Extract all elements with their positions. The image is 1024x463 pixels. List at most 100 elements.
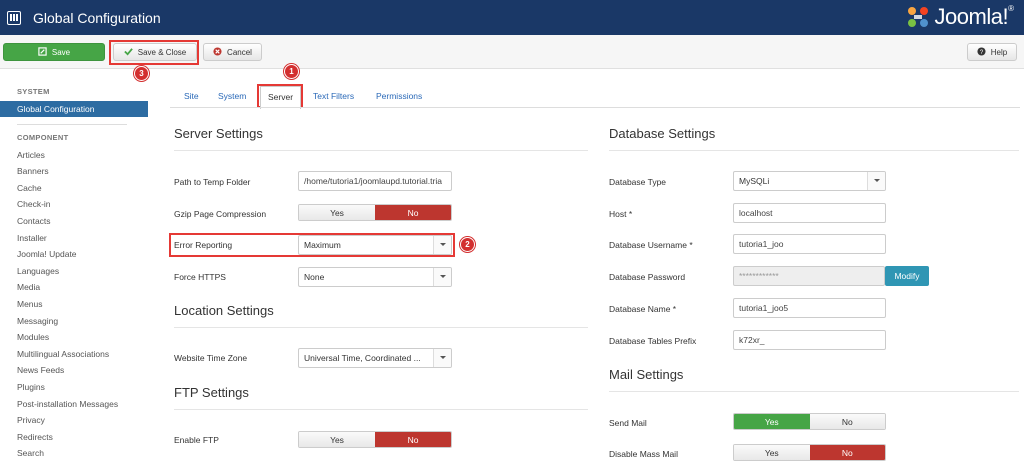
cancel-button[interactable]: Cancel xyxy=(203,43,262,61)
database-username-input[interactable]: tutoria1_joo xyxy=(733,234,886,254)
sidebar-item[interactable]: Post-installation Messages xyxy=(17,399,118,409)
joomla-logo[interactable]: Joomla! ® xyxy=(905,4,1014,30)
disable-mass-mail-toggle[interactable]: Yes No xyxy=(733,444,886,461)
database-settings-title: Database Settings xyxy=(609,126,716,141)
gzip-no-option[interactable]: No xyxy=(375,205,451,220)
chevron-down-icon xyxy=(867,172,885,190)
section-divider xyxy=(174,409,588,410)
chevron-down-icon xyxy=(433,236,451,254)
save-label: Save xyxy=(51,47,71,57)
annotation-marker-2: 2 xyxy=(460,237,475,252)
table-prefix-label: Database Tables Prefix xyxy=(609,336,697,346)
location-settings-title: Location Settings xyxy=(174,303,274,318)
send-mail-label: Send Mail xyxy=(609,418,647,428)
section-divider xyxy=(174,327,588,328)
sidebar-item[interactable]: Search xyxy=(17,448,44,458)
system-heading: SYSTEM xyxy=(17,87,50,96)
host-input[interactable]: localhost xyxy=(733,203,886,223)
force-https-label: Force HTTPS xyxy=(174,272,226,282)
help-label: Help xyxy=(990,47,1008,57)
host-label: Host * xyxy=(609,209,633,219)
section-divider xyxy=(174,150,588,151)
table-prefix-input[interactable]: k72xr_ xyxy=(733,330,886,350)
tab-permissions[interactable]: Permissions xyxy=(376,91,422,101)
annotation-marker-1: 1 xyxy=(284,64,299,79)
database-password-input: ************ xyxy=(733,266,885,286)
sidebar-item[interactable]: Banners xyxy=(17,166,49,176)
sidebar-item[interactable]: News Feeds xyxy=(17,365,64,375)
sidebar-divider xyxy=(17,124,127,125)
force-https-select[interactable]: None xyxy=(298,267,452,287)
sidebar-item[interactable]: Installer xyxy=(17,233,47,243)
question-icon: ? xyxy=(977,46,986,58)
ftp-no-option[interactable]: No xyxy=(375,432,451,447)
database-password-label: Database Password xyxy=(609,272,686,282)
sidebar-item[interactable]: Articles xyxy=(17,150,45,160)
server-settings-title: Server Settings xyxy=(174,126,263,141)
edit-icon xyxy=(38,46,47,58)
sidebar-item[interactable]: Cache xyxy=(17,183,42,193)
sidebar-item-global-configuration[interactable]: Global Configuration xyxy=(0,101,148,117)
save-button[interactable]: Save xyxy=(3,43,105,61)
tab-site[interactable]: Site xyxy=(184,91,199,101)
sidebar-item[interactable]: Menus xyxy=(17,299,43,309)
section-divider xyxy=(609,150,1019,151)
sidebar-item[interactable]: Joomla! Update xyxy=(17,249,77,259)
ftp-yes-option[interactable]: Yes xyxy=(299,432,375,447)
cancel-label: Cancel xyxy=(227,47,252,57)
error-reporting-label: Error Reporting xyxy=(174,240,233,250)
database-type-select[interactable]: MySQLi xyxy=(733,171,886,191)
sidebar-item[interactable]: Plugins xyxy=(17,382,45,392)
tab-divider xyxy=(170,107,1020,108)
tab-text-filters[interactable]: Text Filters xyxy=(313,91,354,101)
admin-header: Global Configuration Joomla! ® xyxy=(0,0,1024,35)
section-divider xyxy=(609,391,1019,392)
time-zone-label: Website Time Zone xyxy=(174,353,248,363)
sidebar-item[interactable]: Modules xyxy=(17,332,49,342)
joomla-logo-icon xyxy=(907,7,928,27)
send-mail-yes-option[interactable]: Yes xyxy=(734,414,810,429)
temp-folder-input[interactable]: /home/tutoria1/joomlaupd.tutorial.tria xyxy=(298,171,452,191)
page-title: Global Configuration xyxy=(33,9,161,26)
help-button[interactable]: ? Help xyxy=(967,43,1017,61)
tab-system[interactable]: System xyxy=(218,91,246,101)
send-mail-no-option[interactable]: No xyxy=(809,414,885,429)
send-mail-toggle[interactable]: Yes No xyxy=(733,413,886,430)
sidebar-item[interactable]: Messaging xyxy=(17,316,58,326)
tab-server[interactable]: Server xyxy=(260,86,302,109)
database-type-label: Database Type xyxy=(609,177,667,187)
sidebar-item[interactable]: Contacts xyxy=(17,216,51,226)
database-type-value: MySQLi xyxy=(739,176,770,186)
control-panel-icon[interactable] xyxy=(7,10,21,25)
sidebar-item[interactable]: Check-in xyxy=(17,199,51,209)
ftp-settings-title: FTP Settings xyxy=(174,385,249,400)
chevron-down-icon xyxy=(433,349,451,367)
sidebar-item[interactable]: Media xyxy=(17,282,40,292)
sidebar-item[interactable]: Languages xyxy=(17,266,59,276)
error-reporting-select[interactable]: Maximum xyxy=(298,235,452,255)
error-reporting-value: Maximum xyxy=(304,240,341,250)
sidebar-item[interactable]: Redirects xyxy=(17,432,53,442)
mail-settings-title: Mail Settings xyxy=(609,367,684,382)
sidebar-item[interactable]: Privacy xyxy=(17,415,45,425)
temp-folder-label: Path to Temp Folder xyxy=(174,177,251,187)
database-name-input[interactable]: tutoria1_joo5 xyxy=(733,298,886,318)
sidebar-item[interactable]: Multilingual Associations xyxy=(17,349,109,359)
logo-registered: ® xyxy=(1008,4,1014,13)
modify-password-button[interactable]: Modify xyxy=(885,266,929,286)
time-zone-value: Universal Time, Coordinated ... xyxy=(304,353,421,363)
cancel-icon xyxy=(213,46,222,58)
database-name-label: Database Name * xyxy=(609,304,677,314)
annotation-box-save-close xyxy=(109,40,199,65)
mass-mail-yes-option[interactable]: Yes xyxy=(734,445,810,460)
mass-mail-no-option[interactable]: No xyxy=(809,445,885,460)
disable-mass-mail-label: Disable Mass Mail xyxy=(609,449,678,459)
enable-ftp-label: Enable FTP xyxy=(174,435,219,445)
component-heading: COMPONENT xyxy=(17,133,69,142)
gzip-yes-option[interactable]: Yes xyxy=(299,205,375,220)
time-zone-select[interactable]: Universal Time, Coordinated ... xyxy=(298,348,452,368)
svg-text:?: ? xyxy=(980,48,984,55)
gzip-toggle[interactable]: Yes No xyxy=(298,204,452,221)
enable-ftp-toggle[interactable]: Yes No xyxy=(298,431,452,448)
logo-text: Joomla! xyxy=(934,4,1009,29)
